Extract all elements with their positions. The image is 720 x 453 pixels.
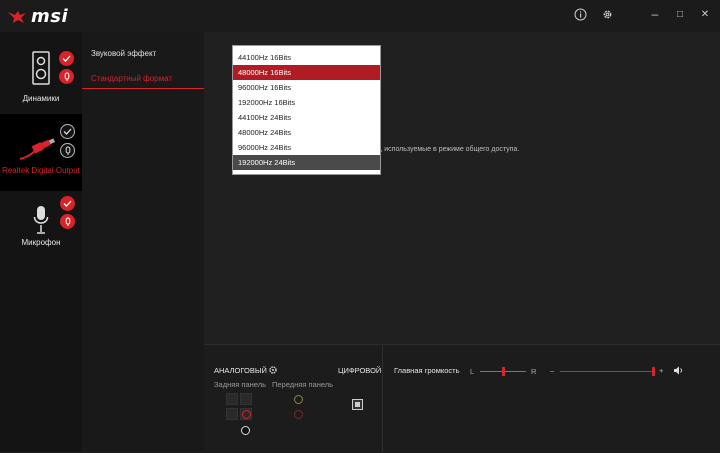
device-speakers[interactable]: Динамики (0, 32, 82, 114)
volume-plus[interactable]: + (659, 366, 663, 375)
device-panel: Динамики Realtek Digital Output Микрофон (0, 32, 82, 452)
device-label: Динамики (22, 94, 60, 103)
volume-fill (560, 371, 655, 372)
balance-left-label: L (470, 367, 475, 376)
info-icon[interactable] (570, 4, 590, 24)
format-option[interactable]: 96000Hz 16Bits (233, 80, 380, 95)
front-mic-jack-icon[interactable] (294, 410, 303, 419)
format-option[interactable]: 192000Hz 16Bits (233, 95, 380, 110)
rear-jack[interactable] (240, 393, 252, 405)
format-option-selected[interactable]: 48000Hz 16Bits (233, 65, 380, 80)
format-option[interactable]: 44100Hz 24Bits (233, 110, 380, 125)
rear-jack[interactable] (226, 393, 238, 405)
device-label: Realtek Digital Output (2, 166, 80, 175)
speaker-icon (32, 51, 50, 85)
rear-jack-active[interactable] (240, 408, 252, 420)
device-microphone[interactable]: Микрофон (0, 191, 82, 273)
logo-text: msi (31, 6, 69, 27)
format-option[interactable]: 48000Hz 24Bits (233, 125, 380, 140)
front-headphone-jack-icon[interactable] (294, 395, 303, 404)
connector-volume-bar (204, 344, 720, 453)
menu-active-underline (82, 88, 204, 89)
format-dropdown-list[interactable]: 44100Hz 16Bits 48000Hz 16Bits 96000Hz 16… (232, 45, 381, 175)
divider (382, 345, 383, 452)
format-option-hovered[interactable]: 192000Hz 24Bits (233, 155, 380, 170)
maximize-button[interactable]: □ (670, 4, 690, 24)
analog-label: АНАЛОГОВЫЙ (214, 366, 267, 375)
menu-sound-effect[interactable]: Звуковой эффект (91, 49, 156, 58)
front-panel-label: Передняя панель (272, 380, 334, 389)
balance-slider-thumb[interactable] (501, 367, 505, 376)
digital-label: ЦИФРОВОЙ (338, 366, 382, 375)
default-device-check-icon[interactable] (59, 51, 74, 66)
volume-slider[interactable] (560, 371, 655, 372)
msi-logo: msi (7, 6, 68, 27)
microphone-icon (33, 206, 49, 234)
speaker-volume-icon[interactable] (673, 366, 684, 375)
dragon-icon (8, 10, 26, 23)
volume-minus[interactable]: – (550, 366, 554, 375)
optical-jack-icon[interactable] (241, 426, 250, 435)
default-device-check-icon[interactable] (60, 196, 75, 211)
default-comm-device-icon[interactable] (60, 143, 75, 158)
format-option[interactable]: 96000Hz 24Bits (233, 140, 380, 155)
format-option[interactable]: 44100Hz 16Bits (233, 50, 380, 65)
device-realtek-digital-output[interactable]: Realtek Digital Output (0, 114, 82, 191)
default-comm-device-icon[interactable] (60, 214, 75, 229)
gear-icon[interactable] (597, 4, 617, 24)
digital-cable-icon (19, 138, 56, 160)
spdif-jack-icon[interactable] (352, 399, 363, 410)
jack-ring-icon (242, 410, 251, 419)
rear-jack[interactable] (226, 408, 238, 420)
default-comm-device-icon[interactable] (59, 69, 74, 84)
default-device-check-icon[interactable] (60, 124, 75, 139)
rear-panel-label: Задняя панель (214, 380, 267, 389)
close-button[interactable]: ✕ (695, 4, 715, 24)
minimize-button[interactable]: – (645, 4, 665, 24)
menu-default-format[interactable]: Стандартный формат (91, 74, 172, 83)
device-label: Микрофон (21, 238, 61, 247)
gear-icon[interactable] (268, 365, 278, 375)
settings-menu: Звуковой эффект Стандартный формат (82, 32, 204, 452)
volume-slider-thumb[interactable] (652, 367, 655, 376)
master-volume-label: Главная громкость (394, 366, 460, 375)
title-bar: msi – □ ✕ (0, 0, 720, 32)
format-description: сть, используемые в режиме общего доступ… (370, 146, 520, 153)
balance-right-label: R (531, 367, 537, 376)
